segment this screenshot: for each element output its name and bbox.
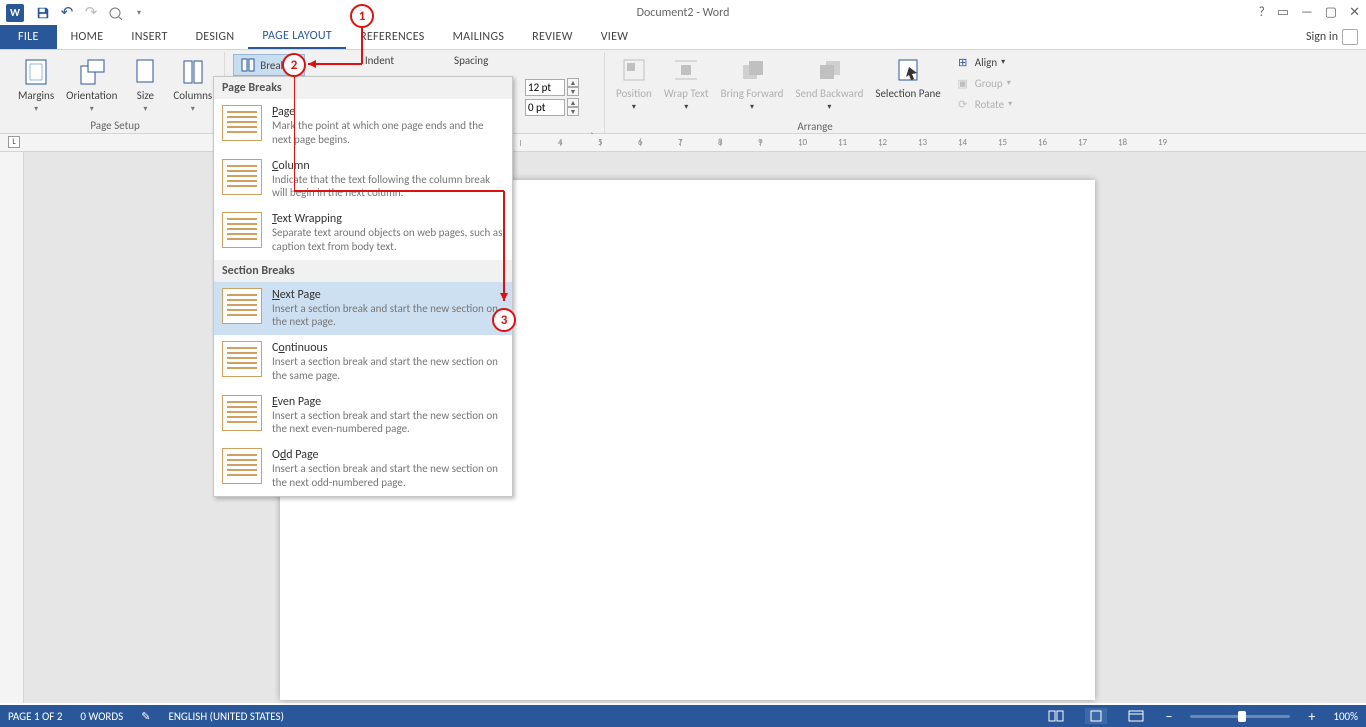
spacing-after-input[interactable]: ▲▼ xyxy=(525,98,579,116)
position-button: Position▾ xyxy=(612,52,656,114)
annotation-callout-2: 2 xyxy=(282,53,306,77)
zoom-level[interactable]: 100% xyxy=(1333,710,1358,723)
tab-selector-icon[interactable]: L xyxy=(8,136,20,148)
align-icon: ⊞ xyxy=(955,54,971,70)
group-label-page-setup: Page Setup xyxy=(14,117,216,133)
word-logo-icon: W xyxy=(6,4,24,22)
tab-design[interactable]: DESIGN xyxy=(182,25,249,49)
web-layout-icon[interactable] xyxy=(1125,708,1147,724)
bring-forward-icon xyxy=(736,54,768,86)
sign-in-link[interactable]: Sign in xyxy=(1298,25,1366,49)
text-wrapping-icon xyxy=(222,212,262,248)
spin-down-icon[interactable]: ▼ xyxy=(567,107,579,116)
redo-icon[interactable]: ↷ xyxy=(80,2,102,24)
help-icon[interactable]: ? xyxy=(1259,5,1265,20)
menu-item-odd-page[interactable]: Odd PageInsert a section break and start… xyxy=(214,442,512,496)
align-button[interactable]: ⊞Align▾ xyxy=(949,52,1018,72)
rotate-button: ⟳Rotate▾ xyxy=(949,94,1018,114)
status-language[interactable]: ENGLISH (UNITED STATES) xyxy=(168,710,283,723)
tab-home[interactable]: HOME xyxy=(57,25,118,49)
zoom-in-icon[interactable]: + xyxy=(1308,708,1315,725)
spacing-after-field[interactable] xyxy=(525,99,565,116)
undo-icon[interactable]: ↶ xyxy=(56,2,78,24)
zoom-slider[interactable] xyxy=(1190,715,1290,718)
selection-pane-button[interactable]: Selection Pane xyxy=(871,52,944,102)
window-title: Document2 - Word xyxy=(637,6,730,20)
save-icon[interactable] xyxy=(32,2,54,24)
spacing-before-input[interactable]: ▲▼ xyxy=(525,78,579,96)
close-icon[interactable]: ✕ xyxy=(1349,5,1360,20)
columns-icon xyxy=(177,56,209,88)
spin-up-icon[interactable]: ▲ xyxy=(567,78,579,87)
ribbon-tabs: FILE HOME INSERT DESIGN PAGE LAYOUT REFE… xyxy=(0,25,1366,50)
group-icon: ▣ xyxy=(955,75,971,91)
page-break-icon xyxy=(222,105,262,141)
minimize-icon[interactable]: — xyxy=(1301,5,1313,20)
group-label-arrange: Arrange xyxy=(612,118,1018,134)
status-bar: PAGE 1 OF 2 0 WORDS ✎ ENGLISH (UNITED ST… xyxy=(0,705,1366,727)
menu-item-even-page[interactable]: Even PageInsert a section break and star… xyxy=(214,389,512,443)
margins-icon xyxy=(20,56,52,88)
tab-view[interactable]: VIEW xyxy=(587,25,643,49)
spin-down-icon[interactable]: ▼ xyxy=(567,87,579,96)
orientation-button[interactable]: Orientation▾ xyxy=(62,54,121,116)
odd-page-icon xyxy=(222,448,262,484)
send-backward-icon xyxy=(813,54,845,86)
breaks-icon xyxy=(240,57,256,73)
window-controls: ? ▭ — ▢ ✕ xyxy=(1259,5,1360,20)
proofing-icon[interactable]: ✎ xyxy=(141,710,150,723)
continuous-icon xyxy=(222,341,262,377)
columns-button[interactable]: Columns▾ xyxy=(169,54,216,116)
bring-forward-button: Bring Forward▾ xyxy=(717,52,788,114)
even-page-icon xyxy=(222,395,262,431)
ribbon-group-arrange: Position▾ Wrap Text▾ Bring Forward▾ Send… xyxy=(604,50,1026,134)
tab-insert[interactable]: INSERT xyxy=(117,25,181,49)
maximize-icon[interactable]: ▢ xyxy=(1325,5,1337,20)
ribbon: Margins▾ Orientation▾ Size▾ Columns▾ Pag… xyxy=(0,50,1366,134)
status-words[interactable]: 0 WORDS xyxy=(80,710,123,723)
send-backward-button: Send Backward▾ xyxy=(791,52,867,114)
title-bar: W ↶ ↷ ▾ Document2 - Word ? ▭ — ▢ ✕ xyxy=(0,0,1366,25)
position-icon xyxy=(618,54,650,86)
next-page-icon xyxy=(222,288,262,324)
tab-review[interactable]: REVIEW xyxy=(518,25,587,49)
print-layout-icon[interactable] xyxy=(1085,708,1107,724)
column-break-icon xyxy=(222,159,262,195)
zoom-out-icon[interactable]: − xyxy=(1165,708,1172,725)
touch-mode-icon[interactable] xyxy=(104,2,126,24)
orientation-icon xyxy=(76,56,108,88)
read-mode-icon[interactable] xyxy=(1045,708,1067,724)
wrap-text-icon xyxy=(670,54,702,86)
status-page[interactable]: PAGE 1 OF 2 xyxy=(8,710,62,723)
horizontal-ruler[interactable]: L xyxy=(0,134,1366,152)
group-button: ▣Group▾ xyxy=(949,73,1018,93)
annotation-arrow-1 xyxy=(300,28,370,68)
qat-dropdown-icon[interactable]: ▾ xyxy=(128,2,150,24)
menu-item-continuous[interactable]: ContinuousInsert a section break and sta… xyxy=(214,335,512,389)
annotation-callout-1: 1 xyxy=(350,4,374,28)
annotation-arrow-2 xyxy=(294,76,514,326)
size-icon xyxy=(129,56,161,88)
selection-pane-icon xyxy=(892,54,924,86)
ribbon-options-icon[interactable]: ▭ xyxy=(1277,5,1289,20)
zoom-thumb[interactable] xyxy=(1238,711,1246,722)
spacing-before-field[interactable] xyxy=(525,79,565,96)
vertical-ruler[interactable] xyxy=(0,152,24,703)
avatar-icon xyxy=(1342,29,1358,45)
spacing-label: Spacing xyxy=(454,54,488,76)
spin-up-icon[interactable]: ▲ xyxy=(567,98,579,107)
rotate-icon: ⟳ xyxy=(955,96,971,112)
ribbon-group-page-setup: Margins▾ Orientation▾ Size▾ Columns▾ Pag… xyxy=(6,52,225,133)
size-button[interactable]: Size▾ xyxy=(125,54,165,116)
tab-mailings[interactable]: MAILINGS xyxy=(439,25,519,49)
margins-button[interactable]: Margins▾ xyxy=(14,54,58,116)
tab-file[interactable]: FILE xyxy=(0,25,57,49)
annotation-callout-3: 3 xyxy=(492,308,516,332)
sign-in-label: Sign in xyxy=(1306,30,1338,44)
quick-access-toolbar: W ↶ ↷ ▾ xyxy=(0,2,150,24)
wrap-text-button: Wrap Text▾ xyxy=(660,52,713,114)
